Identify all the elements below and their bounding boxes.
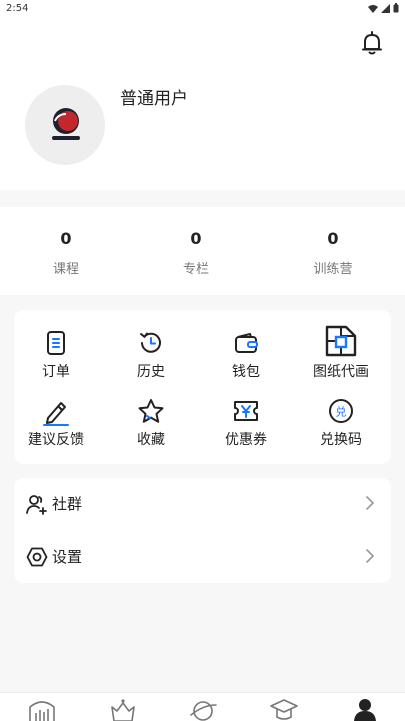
bottom-tab-bar bbox=[0, 692, 405, 721]
grid-item-feedback[interactable]: 建议反馈 bbox=[9, 398, 103, 458]
graduation-cap-icon[interactable] bbox=[269, 697, 299, 721]
grid-item-favorites[interactable]: 收藏 bbox=[104, 398, 198, 458]
settings-icon bbox=[26, 547, 48, 567]
grid-item-label: 图纸代画 bbox=[313, 364, 369, 380]
redeem-glyph: 兑 bbox=[336, 405, 347, 419]
grid-item-label: 兑换码 bbox=[320, 432, 362, 448]
redeem-code-icon: 兑 bbox=[329, 399, 353, 423]
status-bar: 2:54 bbox=[0, 0, 405, 18]
feature-grid: 订单 历史 钱包 图纸代画 建议反馈 收藏 优惠券 兑 兑换码 bbox=[14, 310, 391, 464]
avatar[interactable] bbox=[25, 85, 105, 165]
wallet-icon bbox=[235, 333, 258, 353]
grid-item-blueprint[interactable]: 图纸代画 bbox=[294, 324, 388, 390]
history-icon bbox=[140, 332, 161, 353]
username[interactable]: 普通用户 bbox=[120, 84, 188, 109]
pencil-icon bbox=[43, 402, 69, 426]
list-item-community[interactable]: 社群 bbox=[14, 478, 391, 530]
crown-icon[interactable] bbox=[108, 697, 138, 721]
battery-icon bbox=[393, 3, 399, 13]
stat-label: 课程 bbox=[52, 262, 79, 277]
grid-item-coupons[interactable]: 优惠券 bbox=[199, 398, 293, 458]
blueprint-icon bbox=[325, 325, 357, 357]
grid-item-wallet[interactable]: 钱包 bbox=[199, 330, 293, 390]
planet-icon[interactable] bbox=[188, 697, 218, 721]
profile-header: 普通用户 bbox=[0, 18, 405, 190]
coupon-icon bbox=[234, 401, 258, 421]
chevron-right-icon bbox=[366, 549, 374, 563]
wifi-icon bbox=[368, 4, 378, 13]
signal-icon bbox=[381, 3, 390, 13]
order-icon bbox=[47, 331, 65, 355]
grid-item-label: 历史 bbox=[137, 364, 165, 380]
grid-item-history[interactable]: 历史 bbox=[104, 330, 198, 390]
home-chart-icon[interactable] bbox=[27, 697, 57, 721]
community-icon bbox=[26, 495, 47, 515]
profile-icon[interactable] bbox=[350, 697, 380, 721]
stat-label: 专栏 bbox=[182, 262, 209, 277]
chevron-right-icon bbox=[366, 496, 374, 510]
status-time: 2:54 bbox=[6, 3, 29, 14]
grid-item-label: 优惠券 bbox=[225, 432, 267, 448]
grid-item-label: 收藏 bbox=[137, 432, 165, 448]
stat-value: 0 bbox=[60, 229, 72, 248]
stat-value: 0 bbox=[190, 229, 202, 248]
avatar-logo-icon bbox=[52, 108, 80, 140]
stats-bar: 0 课程 0 专栏 0 训练营 bbox=[0, 207, 405, 295]
stat-label: 训练营 bbox=[313, 262, 353, 277]
notification-bell-icon[interactable] bbox=[360, 30, 384, 56]
list-item-label: 设置 bbox=[52, 548, 83, 566]
grid-item-label: 钱包 bbox=[232, 364, 260, 380]
grid-item-label: 订单 bbox=[42, 364, 70, 380]
settings-list: 社群 设置 bbox=[14, 478, 391, 583]
star-icon bbox=[138, 399, 164, 423]
list-item-settings[interactable]: 设置 bbox=[14, 531, 391, 583]
stat-value: 0 bbox=[327, 229, 339, 248]
status-icons bbox=[368, 3, 399, 13]
list-item-label: 社群 bbox=[52, 495, 83, 513]
grid-item-redeem-code[interactable]: 兑 兑换码 bbox=[294, 398, 388, 458]
grid-item-label: 建议反馈 bbox=[28, 432, 84, 448]
grid-item-orders[interactable]: 订单 bbox=[9, 330, 103, 390]
